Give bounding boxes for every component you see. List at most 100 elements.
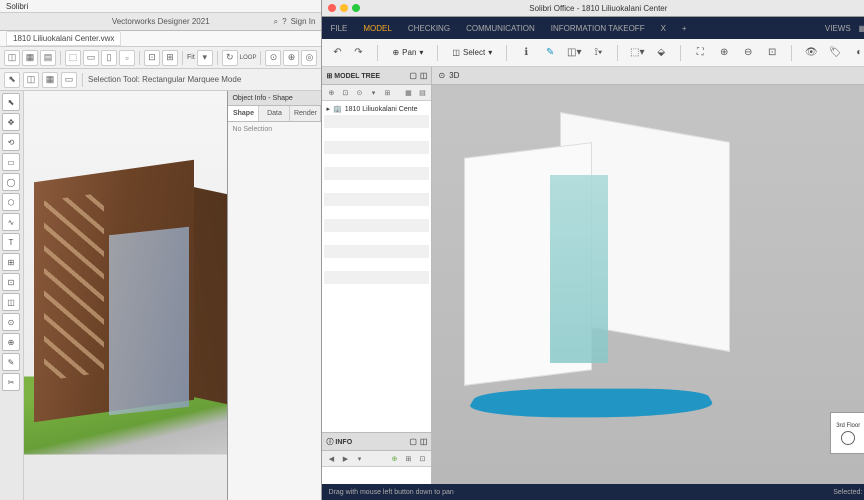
tool-icon[interactable]: ▯ xyxy=(101,50,117,66)
chevron-down-icon: ▾ xyxy=(419,48,423,57)
panel-icon[interactable]: ▢ xyxy=(409,71,417,80)
tool-button[interactable]: ∿ xyxy=(2,213,20,231)
undo-icon[interactable]: ↶ xyxy=(328,44,346,62)
zoom-out-icon[interactable]: ⊖ xyxy=(739,44,757,62)
tool-icon[interactable]: ▤ xyxy=(40,50,56,66)
tool-button[interactable]: ✥ xyxy=(2,113,20,131)
zoom-window-icon[interactable]: ⊡ xyxy=(763,44,781,62)
minimize-icon[interactable] xyxy=(340,4,348,12)
isolate-icon[interactable]: ⬙ xyxy=(652,44,670,62)
tool-button[interactable]: ◯ xyxy=(2,173,20,191)
menu-information-takeoff[interactable]: INFORMATION TAKEOFF xyxy=(551,24,645,33)
measure-icon[interactable]: ⟟▾ xyxy=(589,44,607,62)
tool-icon[interactable]: ◫ xyxy=(23,72,39,88)
tool-button[interactable]: ✂ xyxy=(2,373,20,391)
vw-document-tab[interactable]: 1810 Liliuokalani Center.vwx xyxy=(0,31,321,47)
menu-x[interactable]: X xyxy=(661,24,666,33)
tool-button[interactable]: T xyxy=(2,233,20,251)
panel-icon[interactable]: ▢ xyxy=(409,437,417,446)
tag-icon[interactable]: 🏷 xyxy=(826,44,844,62)
tool-icon[interactable]: ▦ xyxy=(22,50,38,66)
info-panel: ⓘ INFO ▢ ◫ ◀ ▶ ▾ ⊕ ⊞ ⊡ xyxy=(322,432,431,484)
info-tool-icon[interactable]: ⊡ xyxy=(416,453,428,465)
nav-cube-label: 3rd Floor xyxy=(836,423,860,429)
tab-render[interactable]: Render xyxy=(290,106,321,121)
compass-icon[interactable] xyxy=(841,431,855,445)
tool-button[interactable]: ⊞ xyxy=(2,253,20,271)
nav-fwd-icon[interactable]: ▶ xyxy=(339,453,351,465)
hide-icon[interactable]: 👁 xyxy=(802,44,820,62)
menu-communication[interactable]: COMMUNICATION xyxy=(466,24,535,33)
tool-button[interactable]: ⊙ xyxy=(2,313,20,331)
tool-icon[interactable]: ⊕ xyxy=(283,50,299,66)
tool-icon[interactable]: ⊙ xyxy=(265,50,281,66)
tab-shape[interactable]: Shape xyxy=(228,106,259,121)
menu-file[interactable]: FILE xyxy=(330,24,347,33)
solibri-toolbar: ↶ ↷ ⊕ Pan ▾ ◫ Select ▾ ℹ ✎ ◫▾ ⟟▾ ⬚▾ ⬙ ⛶ … xyxy=(322,39,864,67)
tool-icon[interactable]: ▭ xyxy=(83,50,99,66)
tool-button[interactable]: ▭ xyxy=(2,153,20,171)
signin-link[interactable]: Sign In xyxy=(291,17,316,26)
menu-checking[interactable]: CHECKING xyxy=(408,24,450,33)
panel-icon[interactable]: ◫ xyxy=(420,71,428,80)
select-dropdown[interactable]: ◫ Select ▾ xyxy=(448,46,496,59)
info-icon[interactable]: ℹ xyxy=(517,44,535,62)
info-tool-icon[interactable]: ⊕ xyxy=(388,453,400,465)
box-icon[interactable]: ⬚▾ xyxy=(628,44,646,62)
vw-3d-viewport[interactable] xyxy=(24,91,227,500)
zoom-in-icon[interactable]: ⊕ xyxy=(715,44,733,62)
tree-tool-icon[interactable]: ▾ xyxy=(367,87,379,99)
pan-dropdown[interactable]: ⊕ Pan ▾ xyxy=(388,46,427,59)
markup-icon[interactable]: ✎ xyxy=(541,44,559,62)
tree-tool-icon[interactable]: ⊡ xyxy=(339,87,351,99)
zoom-fit-icon[interactable]: ⛶ xyxy=(691,44,709,62)
cursor-icon[interactable]: ⬉ xyxy=(4,72,20,88)
maximize-icon[interactable] xyxy=(352,4,360,12)
layout-icon[interactable]: ▦ xyxy=(859,24,864,33)
object-info-title: Object Info - Shape xyxy=(228,91,321,106)
tool-icon[interactable]: ⊡ xyxy=(144,50,160,66)
tab-data[interactable]: Data xyxy=(259,106,290,121)
menu-model[interactable]: MODEL xyxy=(363,24,391,33)
solibri-3d-viewport[interactable]: ⊙ 3D 3rd Floor xyxy=(432,67,864,484)
tool-icon[interactable]: ◫ xyxy=(4,50,20,66)
tool-icon[interactable]: ▭ xyxy=(61,72,77,88)
tool-icon[interactable]: ▦ xyxy=(42,72,58,88)
navigation-cube[interactable]: 3rd Floor xyxy=(830,412,864,454)
tree-tool-icon[interactable]: ⊞ xyxy=(381,87,393,99)
tool-icon[interactable]: ▾ xyxy=(197,50,213,66)
info-tool-icon[interactable]: ▾ xyxy=(353,453,365,465)
tool-button[interactable]: ⊕ xyxy=(2,333,20,351)
vw-toolbar-context: ⬉ ◫ ▦ ▭ Selection Tool: Rectangular Marq… xyxy=(0,69,321,91)
tree-tool-icon[interactable]: ⊕ xyxy=(325,87,337,99)
redo-icon[interactable]: ↷ xyxy=(349,44,367,62)
tree-tool-icon[interactable]: ▤ xyxy=(416,87,428,99)
tool-icon[interactable]: ▫ xyxy=(119,50,135,66)
views-label[interactable]: VIEWS xyxy=(825,24,851,33)
loop-icon[interactable]: ↻ xyxy=(222,50,238,66)
tool-button[interactable]: ◫ xyxy=(2,293,20,311)
model-tree-content[interactable]: ▸ 🏢 1810 Liliuokalani Cente xyxy=(322,101,431,432)
more-icon[interactable]: ◐ xyxy=(850,44,864,62)
close-icon[interactable] xyxy=(328,4,336,12)
expand-icon[interactable]: ▸ xyxy=(326,105,330,113)
tree-tool-icon[interactable]: ▦ xyxy=(402,87,414,99)
tool-button[interactable]: ⊡ xyxy=(2,273,20,291)
panel-icon[interactable]: ◫ xyxy=(420,437,428,446)
tool-button[interactable]: ⬉ xyxy=(2,93,20,111)
menu-plus[interactable]: + xyxy=(682,24,687,33)
tool-icon[interactable]: ⬚ xyxy=(65,50,81,66)
tree-tool-icon[interactable]: ⊙ xyxy=(353,87,365,99)
tool-icon[interactable]: ◎ xyxy=(301,50,317,66)
help-icon[interactable]: ? xyxy=(282,17,286,26)
solibri-title: Solibri Office - 1810 Liliuokalani Cente… xyxy=(529,4,667,13)
tool-button[interactable]: ⟲ xyxy=(2,133,20,151)
section-icon[interactable]: ◫▾ xyxy=(565,44,583,62)
tree-row[interactable]: ▸ 🏢 1810 Liliuokalani Cente xyxy=(324,103,429,115)
tool-button[interactable]: ✎ xyxy=(2,353,20,371)
tool-icon[interactable]: ⊞ xyxy=(162,50,178,66)
info-tool-icon[interactable]: ⊞ xyxy=(402,453,414,465)
search-icon[interactable]: ⌕ xyxy=(274,17,278,27)
tool-button[interactable]: ⬡ xyxy=(2,193,20,211)
nav-back-icon[interactable]: ◀ xyxy=(325,453,337,465)
